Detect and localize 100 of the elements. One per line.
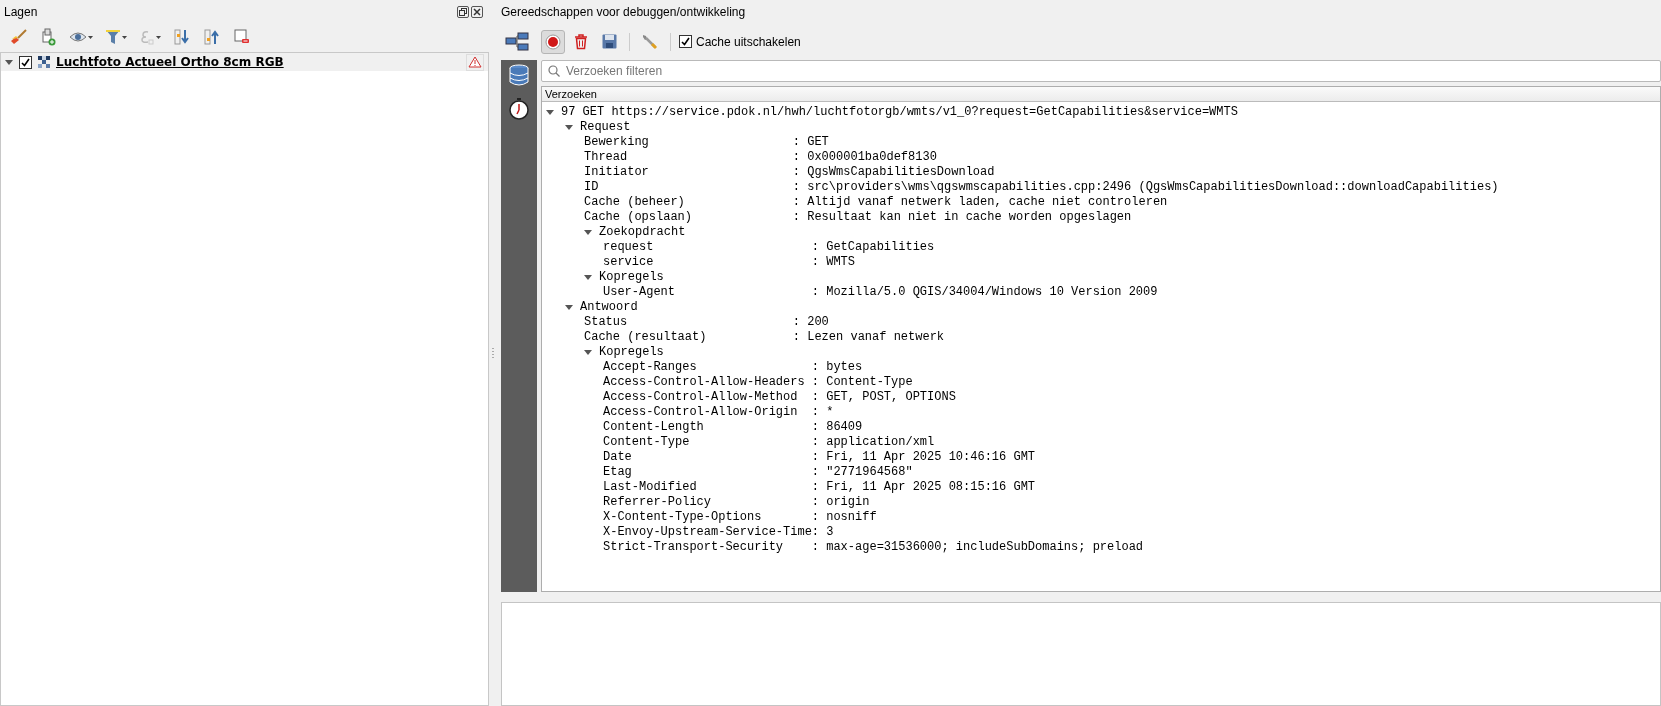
separator-colon: : (792, 135, 801, 150)
separator-colon: : (811, 285, 820, 300)
separator-colon: : (811, 420, 820, 435)
property-value: * (826, 405, 834, 420)
expanded-arrow-icon[interactable] (584, 228, 592, 237)
column-header: Verzoeken (542, 86, 1660, 102)
property-value: nosniff (826, 510, 877, 525)
separator-colon: : (792, 315, 801, 330)
property-value: WMTS (826, 255, 856, 270)
eye-icon (69, 31, 87, 43)
expanded-arrow-icon[interactable] (546, 108, 554, 117)
remove-layer-icon (234, 29, 250, 45)
property-name: Date (603, 450, 633, 465)
separator-colon: : (792, 150, 801, 165)
separator-colon: : (792, 195, 801, 210)
property-value: GetCapabilities (826, 240, 935, 255)
tree-node-label[interactable]: Zoekopdracht (599, 225, 686, 240)
filter-field[interactable]: Verzoeken filteren (541, 59, 1661, 82)
network-icon[interactable] (505, 31, 529, 52)
caret-icon (88, 35, 93, 39)
separator-colon: : (792, 165, 801, 180)
property-value: 86409 (826, 420, 863, 435)
property-name: ID (584, 180, 600, 195)
property-value: Resultaat kan niet in cache worden opgeslagen (807, 210, 1132, 225)
checkbox[interactable] (679, 35, 692, 49)
property-value: "2771964568" (826, 465, 913, 480)
property-name: request (603, 240, 655, 255)
property-name: X-Content-Type-Options (603, 510, 763, 525)
property-name: Etag (603, 465, 633, 480)
float-button[interactable] (457, 6, 469, 18)
property-value: Mozilla/5.0 QGIS/34004/Windows 10 Version 2009 (826, 285, 1158, 300)
separator-colon: : (811, 510, 820, 525)
property-value: 200 (807, 315, 829, 330)
separator-colon: : (811, 255, 820, 270)
separator-colon: : (811, 435, 820, 450)
property-value: QgsWmsCapabilitiesDownload (807, 165, 995, 180)
property-name: Content-Length (603, 420, 705, 435)
property-name: service (603, 255, 655, 270)
property-value: src\providers\wms\qgswmscapabilities.cpp:2496 (QgsWmsCapabilitiesDownload::downloadCapabilities) (807, 180, 1499, 195)
separator-colon: : (792, 180, 801, 195)
search-icon (548, 64, 560, 77)
property-name: Cache (opslaan) (584, 210, 694, 225)
tree-node-label[interactable]: Kopregels (599, 270, 664, 285)
property-value: 0x000001ba0def8130 (807, 150, 937, 165)
property-value: Altijd vanaf netwerk laden, cache niet controleren (807, 195, 1168, 210)
warning-icon[interactable] (466, 53, 484, 71)
property-name: Cache (resultaat) (584, 330, 708, 345)
tree-node-label[interactable]: Antwoord (580, 300, 638, 315)
property-name: Initiator (584, 165, 650, 180)
separator-colon: : (811, 405, 820, 420)
separator-colon: : (811, 450, 820, 465)
expanded-arrow-icon[interactable] (584, 273, 592, 282)
caret-icon (156, 35, 161, 39)
property-name: Cache (beheer) (584, 195, 686, 210)
property-name: Strict-Transport-Security (603, 540, 785, 555)
property-value: GET, POST, OPTIONS (826, 390, 956, 405)
splitter-handle-icon[interactable] (492, 348, 494, 358)
wrench-icon (641, 32, 659, 51)
panel-title: Lagen (4, 5, 39, 19)
close-button[interactable] (471, 6, 483, 18)
property-name: Referrer-Policy (603, 495, 713, 510)
raster-layer-icon (38, 56, 50, 68)
property-value: application/xml (826, 435, 935, 450)
property-value: bytes (826, 360, 863, 375)
property-name: User-Agent (603, 285, 676, 300)
trash-icon (574, 33, 588, 50)
property-value: Fri, 11 Apr 2025 10:46:16 GMT (826, 450, 1036, 465)
property-value: Lezen vanaf netwerk (807, 330, 945, 345)
property-name: Bewerking (584, 135, 650, 150)
tree-node-label[interactable]: Kopregels (599, 345, 664, 360)
property-value: GET (807, 135, 829, 150)
separator-colon: : (811, 390, 820, 405)
expanded-arrow-icon[interactable] (565, 123, 573, 132)
separator-colon: : (792, 330, 801, 345)
property-name: Status (584, 315, 629, 330)
separator-colon: : (811, 495, 820, 510)
property-value: Fri, 11 Apr 2025 08:15:16 GMT (826, 480, 1036, 495)
separator-colon: : (811, 480, 820, 495)
property-name: Access-Control-Allow-Headers (603, 375, 806, 390)
layer-checkbox[interactable] (19, 55, 32, 69)
epsilon-icon (139, 29, 155, 45)
separator-colon: : (811, 240, 820, 255)
property-name: Thread (584, 150, 629, 165)
property-name: Accept-Ranges (603, 360, 698, 375)
property-value: max-age=31536000; includeSubDomains; preload (826, 540, 1144, 555)
caret-icon (122, 35, 127, 39)
tree-node-label[interactable]: 97 GET https://service.pdok.nl/hwh/luchtfotorgb/wmts/v1_0?request=GetCapabilities&service=WMTS (561, 105, 1238, 120)
expanded-arrow-icon[interactable] (584, 348, 592, 357)
separator-colon: : (811, 540, 820, 555)
property-name: X-Envoy-Upstream-Service-Time (603, 525, 812, 540)
property-value: Content-Type (826, 375, 913, 390)
separator-colon: : (811, 360, 820, 375)
record-button[interactable] (541, 29, 565, 54)
property-name: Access-Control-Allow-Method (603, 390, 799, 405)
expanded-arrow-icon[interactable] (5, 58, 13, 66)
separator-colon: : (811, 525, 820, 540)
expanded-arrow-icon[interactable] (565, 303, 573, 312)
separator-colon: : (792, 210, 801, 225)
tree-node-label[interactable]: Request (580, 120, 631, 135)
separator-colon: : (811, 465, 820, 480)
